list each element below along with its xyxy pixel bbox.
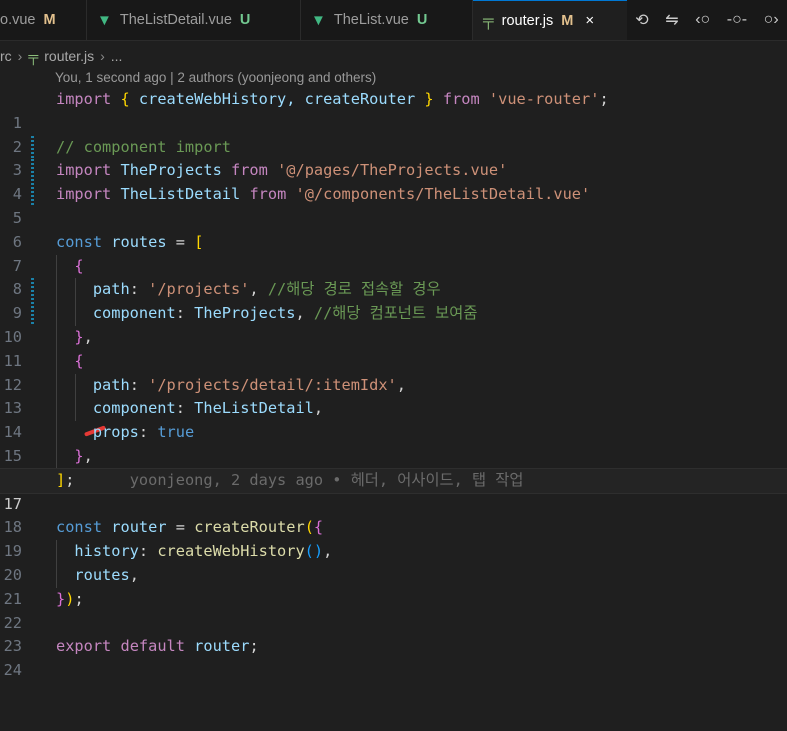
line-content: path: '/projects', //해당 경로 접속할 경우 xyxy=(92,280,441,299)
code-line: 2 xyxy=(0,112,787,156)
code-line: 13 path: '/projects/detail/:itemIdx', xyxy=(0,373,787,417)
tab-router-js[interactable]: ╤ router.js M × xyxy=(473,0,629,40)
code-line: 4 import TheProjects from '@/pages/ThePr… xyxy=(0,159,787,203)
compare-icon[interactable]: ⇋ xyxy=(665,10,678,30)
code-line: 24 export default router; xyxy=(0,635,787,679)
breadcrumb-folder[interactable]: rc xyxy=(0,48,12,64)
code-line: 1 import { createWebHistory, createRoute… xyxy=(0,88,787,132)
code-line: 23 xyxy=(0,612,787,655)
tab-label: router.js xyxy=(501,12,554,29)
git-modified-marker[interactable] xyxy=(31,302,34,326)
inline-git-blame[interactable]: yoonjeong, 2 days ago • 헤더, 어사이드, 탭 작업 xyxy=(130,471,524,489)
line-content: import TheProjects from '@/pages/TheProj… xyxy=(56,161,508,180)
line-content: }, xyxy=(74,327,93,346)
line-content: path: '/projects/detail/:itemIdx', xyxy=(92,375,406,394)
line-content: import TheListDetail from '@/components/… xyxy=(56,185,591,204)
tab-status-untracked: U xyxy=(239,12,251,28)
code-line-current: 17 ]; yoonjeong, 2 days ago • 헤더, 어사이드, … xyxy=(0,467,787,513)
chevron-right-icon: › xyxy=(100,48,105,64)
line-content: }); xyxy=(56,589,84,608)
code-line: 3 // component import xyxy=(0,135,787,179)
line-content: ]; yoonjeong, 2 days ago • 헤더, 어사이드, 탭 작… xyxy=(56,470,524,489)
breadcrumb: rc › ╤ router.js › ... xyxy=(0,42,787,70)
editor-tab-bar: o.vue M ▼ TheListDetail.vue U ▼ TheList.… xyxy=(0,0,787,41)
go-back-icon[interactable]: ‹○ xyxy=(695,11,710,29)
line-content: }, xyxy=(74,446,93,465)
git-modified-marker[interactable] xyxy=(31,183,34,207)
line-content: routes, xyxy=(74,565,139,584)
code-editor[interactable]: 1 import { createWebHistory, createRoute… xyxy=(0,88,787,679)
code-line: 22 }); xyxy=(0,588,787,632)
line-content: component: TheListDetail, xyxy=(92,399,324,418)
code-line: 18 xyxy=(0,493,787,536)
code-line: 12 { xyxy=(0,349,787,394)
git-modified-marker[interactable] xyxy=(31,135,34,160)
line-content: const router = createRouter({ xyxy=(56,518,324,537)
line-content: { xyxy=(74,256,84,275)
vue-file-icon: ▼ xyxy=(97,11,112,29)
code-line: 16 }, xyxy=(0,444,787,489)
commit-icon[interactable]: -○- xyxy=(727,11,747,29)
tab-thelistdetail-vue[interactable]: ▼ TheListDetail.vue U xyxy=(87,0,301,40)
line-content: const routes = [ xyxy=(56,232,204,251)
code-line: 10 component: TheProjects, //해당 컴포넌트 보여줌 xyxy=(0,302,787,346)
js-file-icon: ╤ xyxy=(28,48,39,64)
editor-actions: ⟲ ⇋ ‹○ -○- ○› xyxy=(627,0,787,40)
line-content: props: true xyxy=(92,423,195,442)
tab-o-vue[interactable]: o.vue M xyxy=(0,0,87,40)
line-content: component: TheProjects, //해당 컴포넌트 보여줌 xyxy=(92,304,478,323)
line-content: import { createWebHistory, createRouter … xyxy=(56,90,609,108)
code-line: 20 history: createWebHistory(), xyxy=(0,540,787,584)
code-line: 5 import TheListDetail from '@/component… xyxy=(0,183,787,227)
history-icon[interactable]: ⟲ xyxy=(635,10,648,30)
tab-status-modified: M xyxy=(561,12,574,29)
go-forward-icon[interactable]: ○› xyxy=(764,11,779,29)
tab-status-modified: M xyxy=(43,12,56,28)
chevron-right-icon: › xyxy=(17,48,23,64)
tab-label: TheListDetail.vue xyxy=(119,12,232,28)
line-content: // component import xyxy=(56,137,231,156)
line-content: export default router; xyxy=(56,637,259,656)
line-content: { xyxy=(74,351,84,370)
git-blame-codelens[interactable]: You, 1 second ago | 2 authors (yoonjeong… xyxy=(55,70,376,90)
code-line: 15 props: true xyxy=(0,421,787,465)
line-content: history: createWebHistory(), xyxy=(74,542,333,561)
tab-label: o.vue xyxy=(0,12,36,28)
breadcrumb-file[interactable]: router.js xyxy=(44,48,94,64)
code-line: 6 xyxy=(0,207,787,251)
close-icon[interactable]: × xyxy=(585,12,594,29)
code-line: 19 const router = createRouter({ xyxy=(0,516,787,560)
code-line: 21 routes, xyxy=(0,563,787,608)
code-line: 8 { xyxy=(0,254,787,298)
code-line: 11 }, xyxy=(0,325,787,370)
line-number: 24 xyxy=(3,661,22,680)
vue-file-icon: ▼ xyxy=(311,11,326,29)
tab-label: TheList.vue xyxy=(333,12,409,28)
git-modified-marker[interactable] xyxy=(31,159,34,184)
breadcrumb-more[interactable]: ... xyxy=(111,48,123,64)
git-modified-marker[interactable] xyxy=(31,278,34,303)
tab-status-untracked: U xyxy=(416,12,428,28)
js-file-icon: ╤ xyxy=(483,12,494,29)
code-line: 7 const routes = [ xyxy=(0,231,787,275)
code-line: 9 path: '/projects', //해당 경로 접속할 경우 xyxy=(0,278,787,322)
tab-thelist-vue[interactable]: ▼ TheList.vue U xyxy=(301,0,473,40)
code-line: 14 component: TheListDetail, xyxy=(0,397,787,441)
